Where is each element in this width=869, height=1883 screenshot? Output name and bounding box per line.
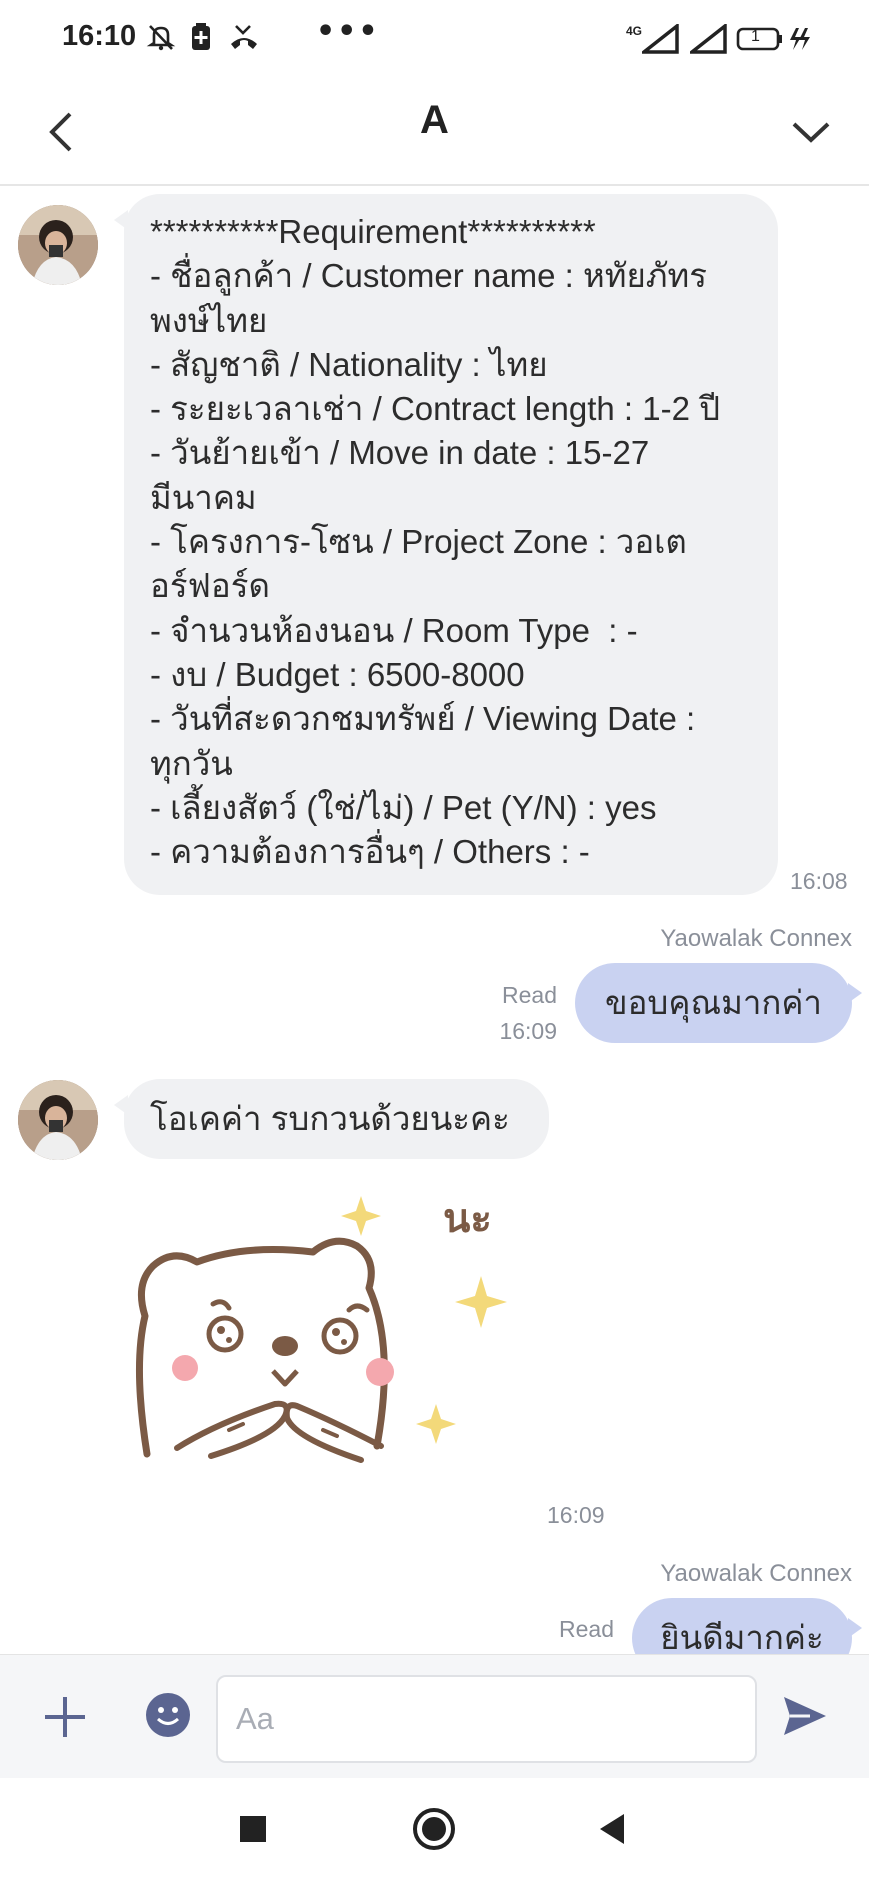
message-line: - ความต้องการอื่นๆ / Others : - bbox=[150, 833, 590, 871]
emoji-icon[interactable] bbox=[145, 1692, 191, 1738]
avatar[interactable] bbox=[18, 1080, 98, 1160]
signal-icon bbox=[638, 22, 680, 58]
message-line: - เลี้ยงสัตว์ (ใช่/ไม่) / Pet (Y/N) : ye… bbox=[150, 788, 657, 826]
message-bubble-requirement[interactable]: **********Requirement********** - ชื่อลู… bbox=[114, 194, 778, 895]
message-bubble-outgoing[interactable]: ยินดีมากค่ะ bbox=[632, 1598, 862, 1654]
message-time: 16:09 bbox=[499, 1018, 557, 1044]
message-line: - ชื่อลูกค้า / Customer name : หทัยภัทร bbox=[150, 257, 708, 295]
message-time: 16:08 bbox=[790, 868, 848, 894]
battery-icon bbox=[736, 26, 784, 56]
message-line: - งบ / Budget : 6500-8000 bbox=[150, 655, 525, 693]
system-nav-bar bbox=[0, 1778, 869, 1883]
chat-title: A bbox=[420, 98, 449, 142]
mute-icon bbox=[146, 22, 176, 56]
read-receipt: Read bbox=[559, 1616, 614, 1642]
chevron-down-icon[interactable] bbox=[786, 102, 836, 162]
back-triangle-icon[interactable] bbox=[590, 1806, 636, 1852]
network-type: 4G bbox=[626, 20, 642, 39]
message-line: - จำนวนห้องนอน / Room Type : - bbox=[150, 611, 638, 649]
status-time: 16:10 bbox=[62, 20, 137, 52]
battery-saver-icon bbox=[190, 22, 212, 56]
status-bar: 16:10 ••• 4G 1 bbox=[0, 0, 869, 80]
avatar[interactable] bbox=[18, 205, 98, 285]
message-line: อร์ฟอร์ด bbox=[150, 567, 270, 605]
message-text: โอเคค่า รบกวนด้วยนะคะ bbox=[150, 1100, 510, 1137]
message-line: **********Requirement********** bbox=[150, 213, 596, 250]
home-circle-icon[interactable] bbox=[411, 1806, 457, 1852]
sender-name: Yaowalak Connex bbox=[660, 1560, 852, 1587]
message-line: - ระยะเวลาเช่า / Contract length : 1-2 ป… bbox=[150, 390, 721, 428]
message-input[interactable]: Aa bbox=[216, 1675, 757, 1763]
message-line: มีนาคม bbox=[150, 478, 257, 516]
recents-square-icon[interactable] bbox=[230, 1806, 276, 1852]
sender-name: Yaowalak Connex bbox=[660, 925, 852, 952]
message-text: ยินดีมากค่ะ bbox=[660, 1619, 824, 1654]
signal-icon bbox=[686, 22, 728, 58]
message-bubble-outgoing[interactable]: ขอบคุณมากค่า bbox=[575, 963, 862, 1043]
message-line: - วันย้ายเข้า / Move in date : 15-27 bbox=[150, 434, 650, 472]
message-line: พงษ์ไทย bbox=[150, 301, 268, 339]
message-line: ทุกวัน bbox=[150, 744, 233, 782]
message-line: - โครงการ-โซน / Project Zone : วอเต bbox=[150, 523, 687, 561]
message-time: 16:09 bbox=[547, 1502, 605, 1528]
more-dots-icon: ••• bbox=[316, 14, 380, 49]
message-text: ขอบคุณมากค่า bbox=[605, 984, 822, 1021]
missed-call-icon bbox=[228, 22, 260, 56]
chat-header: A bbox=[0, 80, 869, 186]
sticker[interactable]: นะ bbox=[125, 1186, 525, 1516]
send-icon[interactable] bbox=[780, 1691, 830, 1741]
plus-icon[interactable] bbox=[40, 1687, 90, 1747]
network-label: 4G bbox=[626, 24, 643, 38]
charging-icon bbox=[786, 26, 812, 56]
input-bar: Aa bbox=[0, 1654, 869, 1778]
chat-area[interactable]: **********Requirement********** - ชื่อลู… bbox=[0, 188, 869, 1654]
message-line: - สัญชาติ / Nationality : ไทย bbox=[150, 345, 548, 383]
message-bubble-incoming[interactable]: โอเคค่า รบกวนด้วยนะคะ bbox=[114, 1079, 549, 1159]
message-line: - วันที่สะดวกชมทรัพย์ / Viewing Date : bbox=[150, 700, 696, 738]
sticker-caption: นะ bbox=[443, 1196, 492, 1242]
read-receipt: Read bbox=[502, 982, 557, 1008]
battery-level: 1 bbox=[751, 28, 760, 45]
